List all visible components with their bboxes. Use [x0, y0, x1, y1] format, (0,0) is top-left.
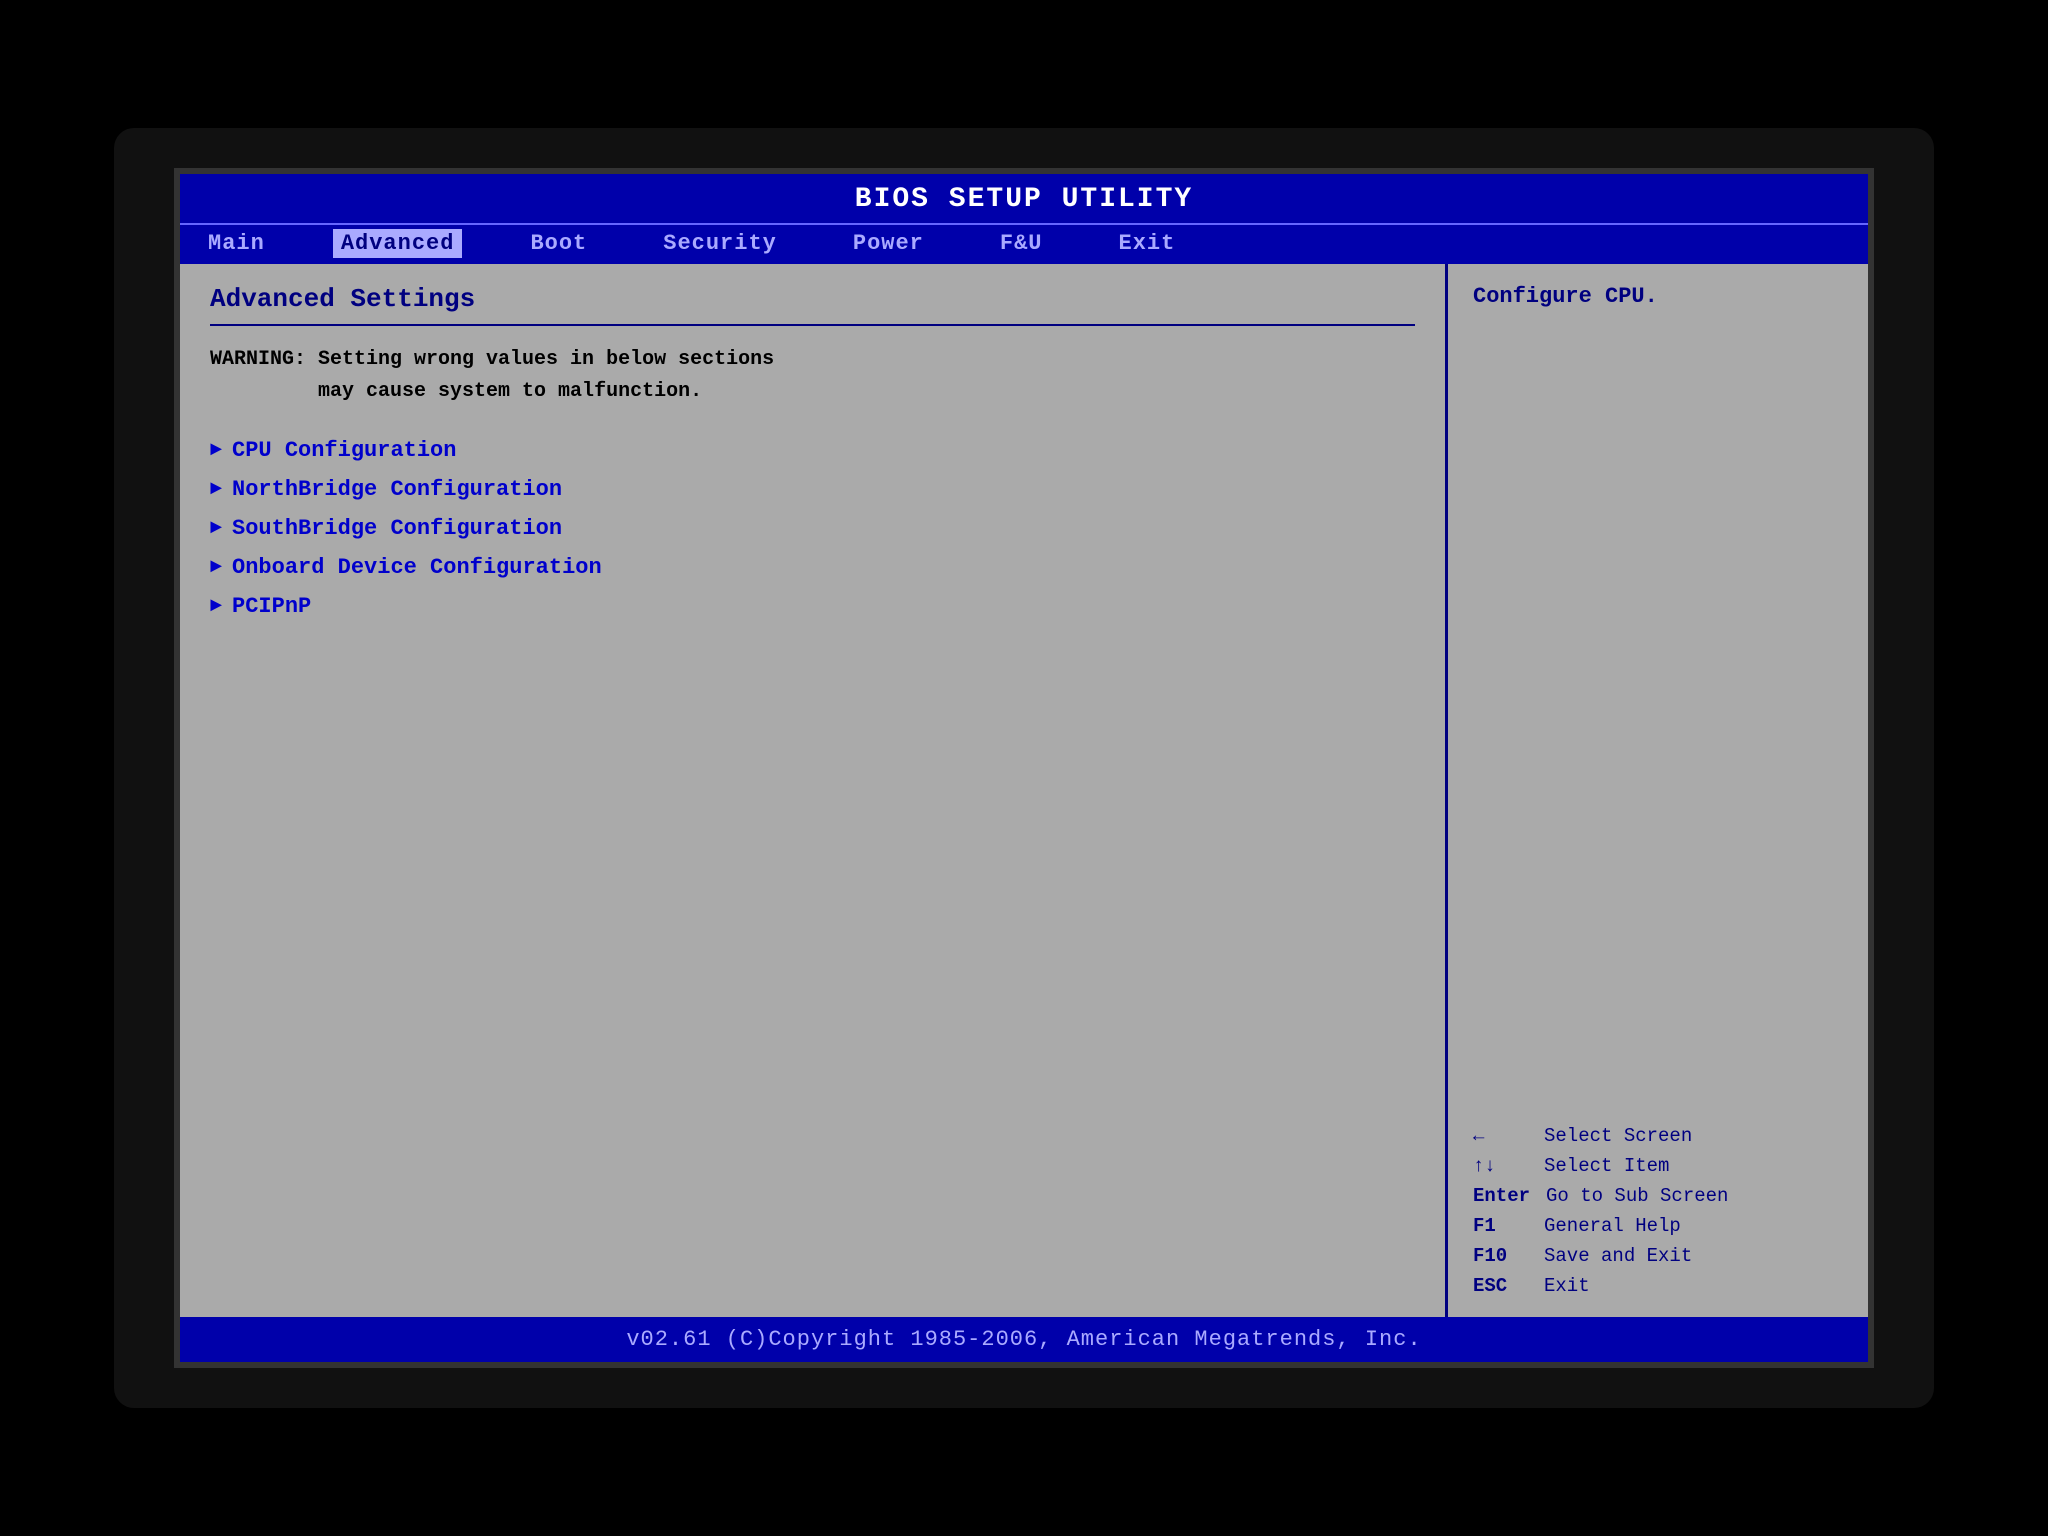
help-text: Configure CPU.	[1473, 284, 1843, 309]
key-hint-desc-1: Select Item	[1544, 1155, 1669, 1177]
entry-label-4: PCIPnP	[232, 594, 311, 619]
key-hint-key-2: Enter	[1473, 1185, 1530, 1207]
title-bar: BIOS SETUP UTILITY	[180, 174, 1868, 223]
entry-southbridge-configuration[interactable]: ► SouthBridge Configuration	[210, 516, 1415, 541]
key-hints: ← Select Screen ↑↓ Select Item Enter Go …	[1473, 1125, 1843, 1297]
key-hint-row-4: F10 Save and Exit	[1473, 1245, 1843, 1267]
entry-pcipnp[interactable]: ► PCIPnP	[210, 594, 1415, 619]
key-hint-desc-4: Save and Exit	[1544, 1245, 1692, 1267]
menu-item-security[interactable]: Security	[655, 229, 785, 258]
key-hint-desc-5: Exit	[1544, 1275, 1590, 1297]
menu-bar: Main Advanced Boot Security Power F&U Ex…	[180, 223, 1868, 264]
key-hint-key-3: F1	[1473, 1215, 1528, 1237]
content-area: Advanced Settings WARNING: Setting wrong…	[180, 264, 1868, 1317]
key-hint-desc-0: Select Screen	[1544, 1125, 1692, 1147]
spacer	[1473, 329, 1843, 1125]
bios-screen: BIOS SETUP UTILITY Main Advanced Boot Se…	[174, 168, 1874, 1368]
menu-item-exit[interactable]: Exit	[1111, 229, 1184, 258]
menu-item-advanced[interactable]: Advanced	[333, 229, 463, 258]
warning-text: WARNING: Setting wrong values in below s…	[210, 344, 1415, 408]
footer: v02.61 (C)Copyright 1985-2006, American …	[180, 1317, 1868, 1362]
menu-item-boot[interactable]: Boot	[522, 229, 595, 258]
key-hint-key-4: F10	[1473, 1245, 1528, 1267]
arrow-icon-1: ►	[210, 478, 222, 501]
arrow-icon-0: ►	[210, 439, 222, 462]
key-hint-key-0: ←	[1473, 1125, 1528, 1147]
entry-label-3: Onboard Device Configuration	[232, 555, 602, 580]
footer-text: v02.61 (C)Copyright 1985-2006, American …	[626, 1327, 1421, 1352]
entry-cpu-configuration[interactable]: ► CPU Configuration	[210, 438, 1415, 463]
entry-label-1: NorthBridge Configuration	[232, 477, 562, 502]
key-hint-key-5: ESC	[1473, 1275, 1528, 1297]
section-divider	[210, 324, 1415, 326]
outer-wrapper: BIOS SETUP UTILITY Main Advanced Boot Se…	[114, 128, 1934, 1408]
key-hint-desc-3: General Help	[1544, 1215, 1681, 1237]
entry-onboard-device-configuration[interactable]: ► Onboard Device Configuration	[210, 555, 1415, 580]
entry-label-2: SouthBridge Configuration	[232, 516, 562, 541]
section-title: Advanced Settings	[210, 284, 1415, 314]
key-hint-key-1: ↑↓	[1473, 1155, 1528, 1177]
left-panel: Advanced Settings WARNING: Setting wrong…	[180, 264, 1448, 1317]
menu-item-fu[interactable]: F&U	[992, 229, 1051, 258]
bios-title: BIOS SETUP UTILITY	[855, 184, 1193, 215]
key-hint-row-5: ESC Exit	[1473, 1275, 1843, 1297]
menu-item-main[interactable]: Main	[200, 229, 273, 258]
entry-label-0: CPU Configuration	[232, 438, 456, 463]
arrow-icon-2: ►	[210, 517, 222, 540]
key-hint-row-0: ← Select Screen	[1473, 1125, 1843, 1147]
entry-northbridge-configuration[interactable]: ► NorthBridge Configuration	[210, 477, 1415, 502]
key-hint-row-3: F1 General Help	[1473, 1215, 1843, 1237]
arrow-icon-4: ►	[210, 595, 222, 618]
key-hint-desc-2: Go to Sub Screen	[1546, 1185, 1728, 1207]
right-panel: Configure CPU. ← Select Screen ↑↓ Select…	[1448, 264, 1868, 1317]
key-hint-row-1: ↑↓ Select Item	[1473, 1155, 1843, 1177]
menu-entries: ► CPU Configuration ► NorthBridge Config…	[210, 438, 1415, 619]
key-hint-row-2: Enter Go to Sub Screen	[1473, 1185, 1843, 1207]
menu-item-power[interactable]: Power	[845, 229, 932, 258]
arrow-icon-3: ►	[210, 556, 222, 579]
